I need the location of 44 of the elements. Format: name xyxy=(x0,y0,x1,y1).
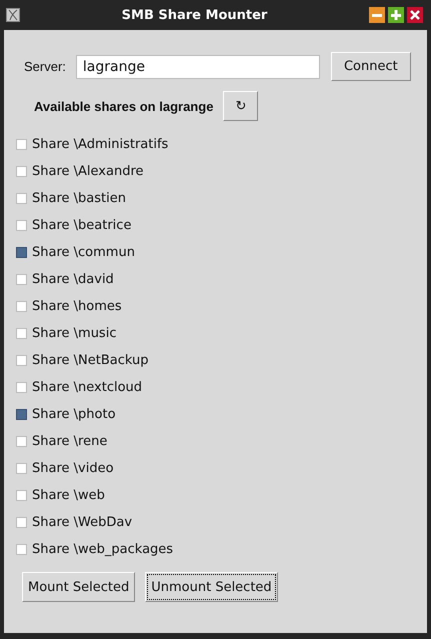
share-label[interactable]: Share \web xyxy=(32,488,105,503)
shares-heading: Available shares on lagrange xyxy=(34,98,214,114)
checkbox[interactable] xyxy=(16,193,27,204)
maximize-icon[interactable] xyxy=(388,7,404,23)
share-label[interactable]: Share \Alexandre xyxy=(32,164,144,179)
unmount-button[interactable]: Unmount Selected xyxy=(145,572,278,602)
checkbox[interactable] xyxy=(16,409,27,420)
checkbox[interactable] xyxy=(16,274,27,285)
checkbox[interactable] xyxy=(16,328,27,339)
share-label[interactable]: Share \david xyxy=(32,272,114,287)
mount-button[interactable]: Mount Selected xyxy=(22,572,136,602)
window-title: SMB Share Mounter xyxy=(120,8,268,22)
checkbox[interactable] xyxy=(16,166,27,177)
checkbox[interactable] xyxy=(16,463,27,474)
checkbox[interactable] xyxy=(16,220,27,231)
checkbox[interactable] xyxy=(16,247,27,258)
checkbox[interactable] xyxy=(16,139,27,150)
share-label[interactable]: Share \commun xyxy=(32,245,135,260)
share-label[interactable]: Share \Administratifs xyxy=(32,137,168,152)
checkbox[interactable] xyxy=(16,301,27,312)
share-label[interactable]: Share \WebDav xyxy=(32,515,132,530)
checkbox[interactable] xyxy=(16,355,27,366)
checkbox[interactable] xyxy=(16,382,27,393)
share-label[interactable]: Share \nextcloud xyxy=(32,380,142,395)
close-icon[interactable] xyxy=(407,7,423,23)
share-label[interactable]: Share \rene xyxy=(32,434,108,449)
server-label: Server: xyxy=(24,59,66,74)
share-label[interactable]: Share \bastien xyxy=(32,191,126,206)
app-icon xyxy=(6,8,20,22)
share-label[interactable]: Share \music xyxy=(32,326,116,341)
share-label[interactable]: Share \web_packages xyxy=(32,542,174,557)
checkbox[interactable] xyxy=(16,490,27,501)
share-label[interactable]: Share \NetBackup xyxy=(32,353,148,368)
minimize-icon[interactable] xyxy=(369,7,385,23)
connect-button[interactable]: Connect xyxy=(330,52,411,81)
share-label[interactable]: Share \beatrice xyxy=(32,218,132,233)
checkbox[interactable] xyxy=(16,517,27,528)
share-label[interactable]: Share \photo xyxy=(32,407,116,422)
checkbox[interactable] xyxy=(16,436,27,447)
checkbox[interactable] xyxy=(16,544,27,555)
share-label[interactable]: Share \homes xyxy=(32,299,122,314)
refresh-button[interactable]: ↻ xyxy=(223,91,258,121)
server-field[interactable]: lagrange xyxy=(76,54,320,78)
share-label[interactable]: Share \video xyxy=(32,461,114,476)
